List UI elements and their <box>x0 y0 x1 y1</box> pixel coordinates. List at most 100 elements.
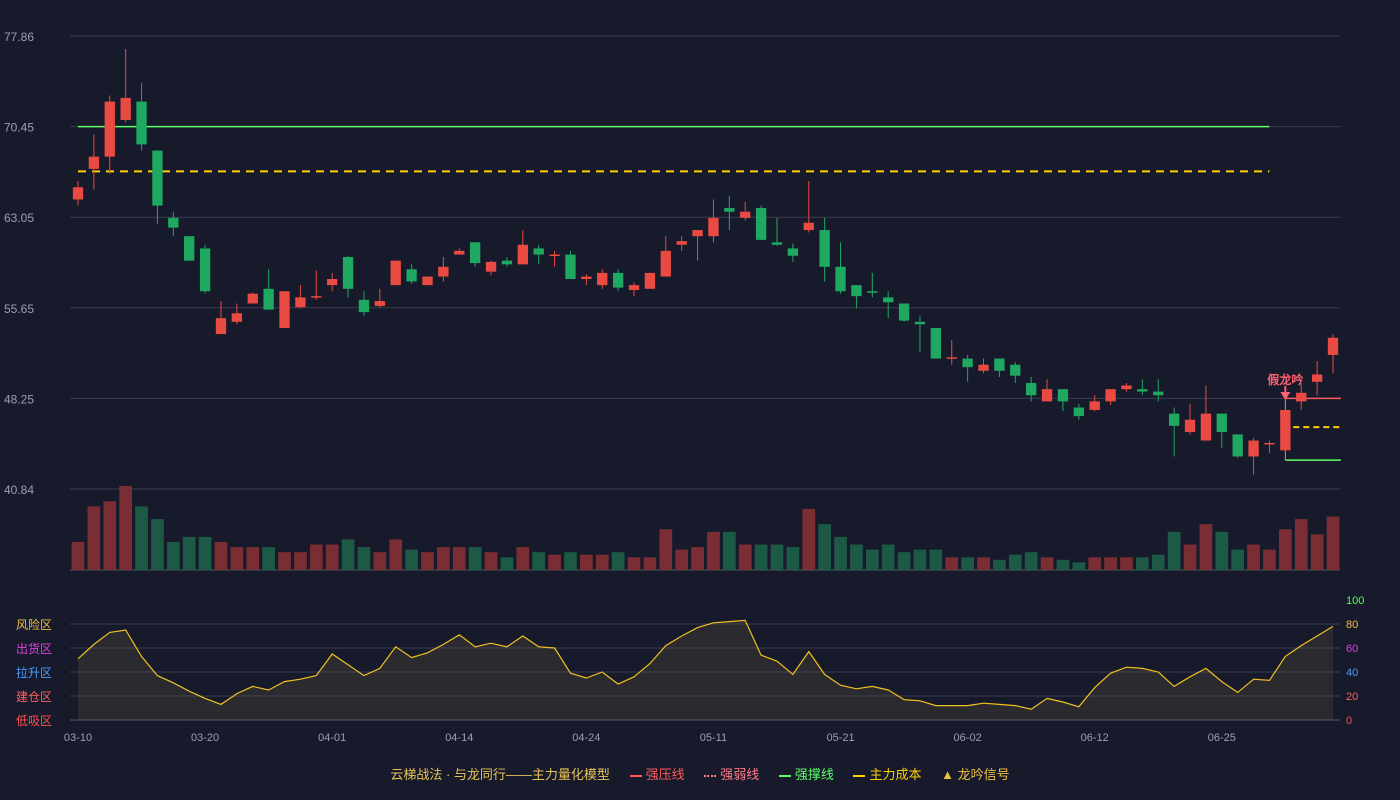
volume-bar <box>1072 562 1086 570</box>
legend-cost-label: 主力成本 <box>869 767 922 782</box>
x-tick-label: 04-24 <box>572 732 600 744</box>
legend-strong-resist-label: 强压线 <box>645 767 685 782</box>
x-tick-label: 06-02 <box>954 732 982 744</box>
volume-bar <box>151 519 164 570</box>
candle-body <box>755 208 767 240</box>
volume-bar <box>198 536 212 570</box>
oscillator-axis-labels: 100 80 60 40 20 0 <box>1346 595 1364 727</box>
candle-body <box>946 357 957 359</box>
candle-body <box>517 244 528 265</box>
oscillator-area <box>78 620 1333 720</box>
legend-signal[interactable]: ▲ 龙吟信号 <box>941 767 1010 782</box>
candle-body <box>597 272 608 286</box>
legend-weak-line[interactable]: 强弱线 <box>704 767 759 782</box>
volume-bar <box>1104 557 1117 570</box>
volume-bar <box>1199 524 1213 570</box>
candle-body <box>168 217 179 228</box>
volume-bar <box>754 544 768 570</box>
volume-bar <box>373 552 387 570</box>
zone-label: 低吸区 <box>16 714 52 728</box>
stock-chart: 77.86 70.45 63.05 55.65 48.25 40.84 100 80 60 40… <box>4 30 1364 744</box>
volume-bar <box>770 544 784 570</box>
volume-bar <box>818 524 831 570</box>
gridlines <box>70 35 1340 721</box>
volume-bar <box>865 549 879 570</box>
candle-body <box>184 236 195 261</box>
volume-bar <box>707 531 720 570</box>
candle-body <box>342 256 354 289</box>
candle-body <box>533 248 544 255</box>
candle-body <box>88 156 100 169</box>
volume-bar <box>691 547 704 570</box>
candle-body <box>740 211 751 218</box>
x-axis-labels: 03-10 03-20 04-01 04-14 04-24 05-11 05-21 06-02… <box>64 732 1236 744</box>
volume-bar <box>1008 554 1022 570</box>
volume-bar <box>738 544 752 570</box>
legend-weak-label: 强弱线 <box>720 767 760 782</box>
candle-body <box>835 266 846 292</box>
candle-body <box>374 301 385 306</box>
legend-signal-label: 龙吟信号 <box>957 767 1010 782</box>
candle-body <box>438 266 449 277</box>
volume-bar <box>1040 557 1054 570</box>
volume-bar <box>405 549 418 570</box>
candle-body <box>120 97 131 120</box>
zone-labels: 风险区出货区拉升区建仓区低吸区 <box>16 617 52 728</box>
candle-body <box>454 250 465 255</box>
signal-label: 假龙吟 <box>1267 372 1303 387</box>
candle-body <box>851 285 862 297</box>
volume-bar <box>786 547 800 570</box>
legend-strong-resist[interactable]: 强压线 <box>629 767 685 782</box>
candle-body <box>1057 389 1069 402</box>
candle-body <box>962 358 973 368</box>
volume-bar <box>675 549 689 570</box>
candle-body <box>612 272 624 288</box>
oscillator-panel <box>77 619 1334 720</box>
candle-body <box>994 358 1005 371</box>
volume-bar <box>913 549 927 570</box>
volume-bar <box>135 506 148 570</box>
candle-body <box>978 364 989 371</box>
legend-support-label: 强撑线 <box>794 767 834 782</box>
x-tick-label: 05-21 <box>826 732 854 744</box>
candle-body <box>1153 391 1164 396</box>
volume-bar <box>722 531 736 570</box>
candle-body <box>1232 434 1243 457</box>
candle-body <box>676 241 687 245</box>
candle-body <box>883 297 894 303</box>
volume-bar <box>421 552 434 570</box>
candle-body <box>231 313 243 322</box>
candle-body <box>136 101 147 145</box>
candle-body <box>469 242 481 264</box>
zone-label: 出货区 <box>16 641 52 656</box>
volume-bar <box>977 557 990 570</box>
candle-body <box>104 101 115 157</box>
candle-body <box>72 187 84 200</box>
candle-body <box>1248 440 1259 457</box>
volume-bar <box>182 536 196 570</box>
candle-body <box>311 296 322 298</box>
volume-bar <box>1151 554 1165 570</box>
candle-body <box>1216 413 1227 432</box>
candle-body <box>1280 409 1291 451</box>
candle-body <box>644 272 656 289</box>
volume-bar <box>214 542 228 570</box>
volume-bar <box>850 544 863 570</box>
volume-bar <box>278 552 291 570</box>
osc-tick-label: 80 <box>1346 619 1358 631</box>
volume-bar <box>87 506 101 570</box>
candle-body <box>215 318 227 335</box>
legend-cost-line[interactable]: 主力成本 <box>853 767 922 782</box>
legend-support-line[interactable]: 强撑线 <box>778 767 834 782</box>
triangle-icon: ▲ <box>941 767 958 782</box>
x-tick-label: 04-01 <box>318 732 346 744</box>
candle-body <box>1041 389 1053 402</box>
candle-body <box>1137 389 1148 392</box>
candle-body <box>1010 364 1021 376</box>
volume-bar <box>564 552 577 570</box>
candle-body <box>867 291 878 293</box>
candle-body <box>263 288 274 310</box>
candle-body <box>803 222 814 231</box>
candle-body <box>199 248 211 292</box>
volume-bar <box>595 554 609 570</box>
